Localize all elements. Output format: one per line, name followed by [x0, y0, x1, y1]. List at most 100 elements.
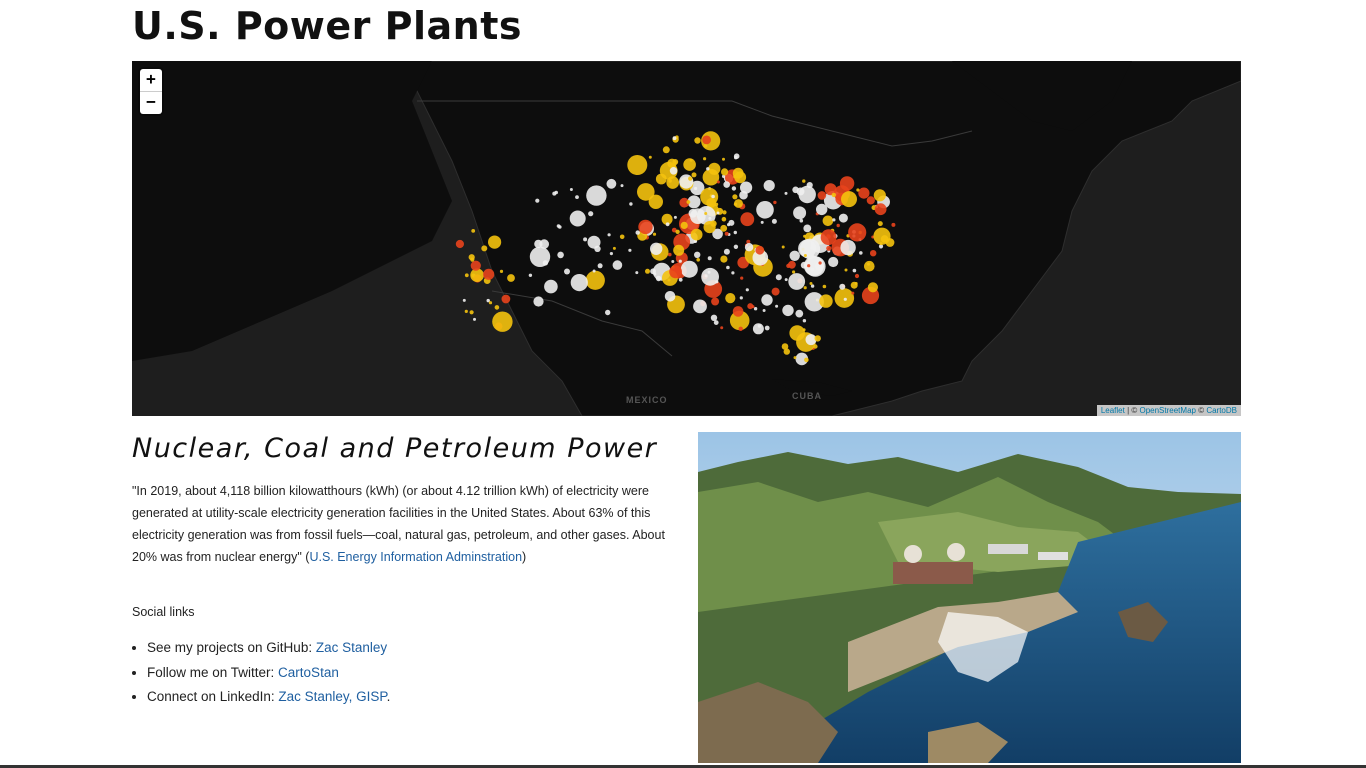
petroleum-plant-marker[interactable]: [722, 157, 725, 161]
nuclear-plant-marker[interactable]: [866, 196, 875, 205]
petroleum-plant-marker[interactable]: [612, 246, 616, 250]
coal-plant-marker[interactable]: [828, 256, 839, 268]
coal-plant-marker[interactable]: [799, 218, 804, 223]
coal-plant-marker[interactable]: [671, 260, 675, 263]
coal-plant-marker[interactable]: [558, 225, 562, 229]
coal-plant-marker[interactable]: [800, 261, 808, 269]
coal-plant-marker[interactable]: [745, 288, 749, 292]
coal-plant-marker[interactable]: [798, 239, 817, 258]
nuclear-plant-marker[interactable]: [738, 326, 743, 331]
github-link[interactable]: Zac Stanley: [316, 640, 387, 655]
petroleum-plant-marker[interactable]: [856, 188, 860, 192]
eia-link[interactable]: U.S. Energy Information Adminstration: [309, 550, 522, 564]
nuclear-plant-marker[interactable]: [638, 219, 653, 235]
petroleum-plant-marker[interactable]: [792, 270, 796, 274]
petroleum-plant-marker[interactable]: [585, 270, 605, 290]
coal-plant-marker[interactable]: [723, 181, 730, 188]
petroleum-plant-marker[interactable]: [802, 179, 806, 183]
petroleum-plant-marker[interactable]: [488, 301, 493, 305]
petroleum-plant-marker[interactable]: [499, 269, 504, 273]
coal-plant-marker[interactable]: [752, 323, 764, 335]
petroleum-plant-marker[interactable]: [619, 234, 625, 240]
zoom-in-button[interactable]: +: [140, 69, 162, 91]
nuclear-plant-marker[interactable]: [891, 222, 896, 227]
coal-plant-marker[interactable]: [570, 274, 588, 292]
petroleum-plant-marker[interactable]: [814, 335, 821, 342]
petroleum-plant-marker[interactable]: [880, 235, 889, 243]
petroleum-plant-marker[interactable]: [464, 309, 468, 313]
coal-plant-marker[interactable]: [704, 274, 708, 278]
coal-plant-marker[interactable]: [716, 211, 720, 215]
nuclear-plant-marker[interactable]: [817, 191, 827, 200]
petroleum-plant-marker[interactable]: [864, 260, 875, 272]
power-plants-map[interactable]: + − MEXICO CUBA Leaflet | © OpenStreetMa…: [132, 61, 1241, 416]
nuclear-plant-marker[interactable]: [771, 287, 780, 296]
nuclear-plant-marker[interactable]: [826, 245, 832, 251]
petroleum-plant-marker[interactable]: [720, 224, 728, 232]
petroleum-plant-marker[interactable]: [877, 221, 883, 227]
coal-plant-marker[interactable]: [569, 188, 573, 191]
coal-plant-marker[interactable]: [694, 186, 698, 191]
petroleum-plant-marker[interactable]: [494, 305, 500, 310]
coal-plant-marker[interactable]: [673, 215, 677, 219]
coal-plant-marker[interactable]: [771, 218, 777, 224]
coal-plant-marker[interactable]: [711, 194, 715, 199]
coal-plant-marker[interactable]: [653, 272, 657, 276]
petroleum-plant-marker[interactable]: [627, 155, 648, 175]
nuclear-plant-marker[interactable]: [740, 276, 744, 280]
coal-plant-marker[interactable]: [665, 222, 670, 227]
coal-plant-marker[interactable]: [840, 239, 856, 256]
petroleum-plant-marker[interactable]: [781, 245, 785, 249]
petroleum-plant-marker[interactable]: [804, 357, 809, 363]
nuclear-plant-marker[interactable]: [874, 203, 887, 216]
coal-plant-marker[interactable]: [723, 248, 730, 255]
coal-plant-marker[interactable]: [727, 223, 731, 227]
coal-plant-marker[interactable]: [839, 283, 846, 290]
petroleum-plant-marker[interactable]: [637, 183, 655, 201]
coal-plant-marker[interactable]: [592, 269, 596, 273]
coal-plant-marker[interactable]: [838, 213, 848, 223]
petroleum-plant-marker[interactable]: [819, 294, 833, 308]
petroleum-plant-marker[interactable]: [809, 282, 813, 285]
petroleum-plant-marker[interactable]: [470, 257, 475, 262]
petroleum-plant-marker[interactable]: [680, 221, 688, 229]
map-canvas[interactable]: [132, 61, 1241, 416]
petroleum-plant-marker[interactable]: [720, 255, 728, 263]
coal-plant-marker[interactable]: [694, 251, 701, 258]
petroleum-plant-marker[interactable]: [734, 199, 743, 208]
petroleum-plant-marker[interactable]: [666, 176, 679, 189]
coal-plant-marker[interactable]: [535, 198, 540, 203]
petroleum-plant-marker[interactable]: [694, 137, 701, 144]
petroleum-plant-marker[interactable]: [662, 146, 670, 154]
coal-plant-marker[interactable]: [462, 298, 466, 302]
coal-plant-marker[interactable]: [612, 260, 623, 270]
coal-plant-marker[interactable]: [679, 174, 694, 189]
nuclear-plant-marker[interactable]: [732, 306, 744, 317]
coal-plant-marker[interactable]: [762, 309, 766, 312]
petroleum-plant-marker[interactable]: [733, 174, 737, 179]
coal-plant-marker[interactable]: [795, 309, 804, 318]
coal-plant-marker[interactable]: [544, 279, 558, 294]
coal-plant-marker[interactable]: [731, 186, 737, 191]
coal-plant-marker[interactable]: [726, 265, 730, 270]
nuclear-plant-marker[interactable]: [724, 231, 729, 236]
nuclear-plant-marker[interactable]: [740, 212, 755, 227]
coal-plant-marker[interactable]: [761, 294, 773, 306]
nuclear-plant-marker[interactable]: [501, 294, 511, 304]
nuclear-plant-marker[interactable]: [702, 135, 711, 145]
coal-plant-marker[interactable]: [609, 252, 613, 256]
nuclear-plant-marker[interactable]: [818, 261, 822, 265]
petroleum-plant-marker[interactable]: [683, 158, 696, 171]
coal-plant-marker[interactable]: [739, 296, 743, 300]
petroleum-plant-marker[interactable]: [721, 216, 727, 222]
coal-plant-marker[interactable]: [669, 167, 678, 175]
coal-plant-marker[interactable]: [733, 230, 737, 235]
coal-plant-marker[interactable]: [733, 244, 739, 249]
nuclear-plant-marker[interactable]: [858, 187, 870, 199]
coal-plant-marker[interactable]: [852, 268, 857, 273]
coal-plant-marker[interactable]: [760, 220, 764, 224]
petroleum-plant-marker[interactable]: [667, 278, 671, 282]
petroleum-plant-marker[interactable]: [645, 268, 650, 274]
nuclear-plant-marker[interactable]: [848, 223, 867, 242]
nuclear-plant-marker[interactable]: [836, 223, 840, 228]
